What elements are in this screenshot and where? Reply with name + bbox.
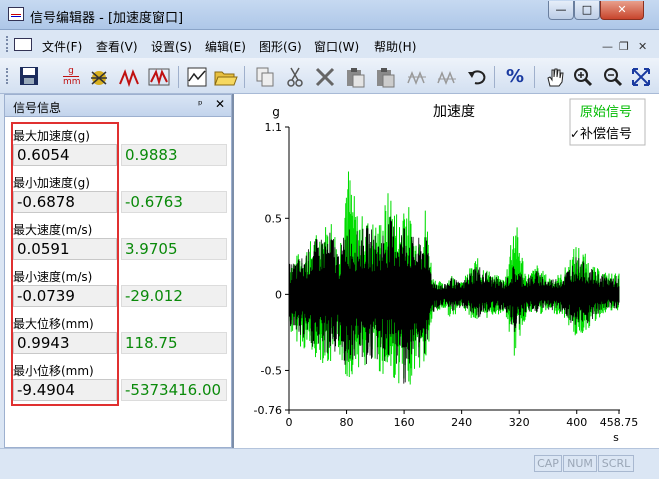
toolbar-separator: [494, 66, 495, 88]
menu-bar: 文件(F) 查看(V) 设置(S) 编辑(E) 图形(G) 窗口(W) 帮助(H…: [0, 30, 659, 58]
maximize-button[interactable]: □: [574, 1, 600, 20]
fit-icon[interactable]: [630, 66, 652, 88]
panel-header: 信号信息 ᵖ ✕: [5, 95, 231, 117]
status-bar: CAP NUM SCRL: [0, 448, 659, 479]
label-max-disp: 最大位移(mm): [13, 317, 94, 331]
comp-max-accel: 0.9883: [121, 144, 227, 166]
label-max-accel: 最大加速度(g): [13, 129, 90, 143]
pan-hand-icon[interactable]: [544, 66, 566, 88]
x-axis-label: s: [613, 431, 619, 444]
y-ticks: 1.1 0.5 0 -0.5 -0.76: [254, 121, 289, 417]
unit-gmm-icon[interactable]: g mm: [60, 66, 82, 88]
panel-title: 信号信息: [13, 101, 62, 115]
label-min-accel: 最小加速度(g): [13, 176, 90, 190]
pin-icon[interactable]: ᵖ: [198, 98, 203, 111]
mdi-restore-button[interactable]: ❐: [619, 40, 629, 53]
menu-settings[interactable]: 设置(S): [151, 38, 192, 55]
x-tick-label: 160: [394, 416, 415, 429]
paste-icon[interactable]: [344, 66, 366, 88]
comp-min-vel: -29.012: [121, 285, 227, 307]
label-min-disp: 最小位移(mm): [13, 364, 94, 378]
app-icon: [8, 7, 24, 21]
panel-close-icon[interactable]: ✕: [215, 97, 225, 111]
zoom-out-icon[interactable]: [602, 66, 624, 88]
status-scrl: SCRL: [598, 455, 634, 472]
menu-view[interactable]: 查看(V): [96, 38, 138, 55]
title-bar: 信号编辑器 - [加速度窗口] — □ ✕: [0, 0, 659, 30]
mdi-minimize-button[interactable]: —: [602, 40, 613, 53]
x-tick-label: 400: [566, 416, 587, 429]
toolbar-grip: [6, 68, 9, 84]
y-axis-label: g: [272, 105, 280, 119]
toolbar: g mm %: [0, 58, 659, 94]
close-button[interactable]: ✕: [600, 1, 644, 20]
cut-icon[interactable]: [284, 66, 306, 88]
signal-traces: [288, 171, 620, 385]
legend-compensated[interactable]: 补偿信号: [580, 127, 632, 142]
signal-bug-icon[interactable]: [88, 66, 110, 88]
acceleration-chart[interactable]: 1.1 0.5 0 -0.5 -0.76 0 80 160 240 320 400 458.75 加…: [234, 94, 659, 448]
value-min-accel: -0.6878: [13, 191, 117, 213]
peak-icon[interactable]: [118, 66, 140, 88]
menu-graph[interactable]: 图形(G): [259, 38, 302, 55]
x-tick-label: 320: [509, 416, 530, 429]
menu-edit[interactable]: 编辑(E): [205, 38, 246, 55]
toolbar-separator: [178, 66, 179, 88]
y-tick-label: 0.5: [265, 212, 283, 225]
signal-info-panel: 信号信息 ᵖ ✕ 最大加速度(g) 0.6054 0.9883 最小加速度(g)…: [4, 94, 232, 448]
legend: 原始信号 ✓ 补偿信号: [569, 98, 646, 146]
value-max-accel: 0.6054: [13, 144, 117, 166]
value-min-disp: -9.4904: [13, 379, 117, 401]
document-icon[interactable]: [14, 38, 32, 51]
open-folder-icon[interactable]: [214, 66, 238, 88]
comp-min-disp: -5373416.00: [121, 379, 227, 401]
scale-alt-icon[interactable]: [436, 66, 458, 88]
y-tick-label: 1.1: [265, 121, 283, 134]
unit-bottom: mm: [63, 76, 81, 87]
minimize-button[interactable]: —: [548, 1, 574, 20]
window-title: 信号编辑器 - [加速度窗口]: [30, 11, 184, 26]
status-cap: CAP: [534, 455, 562, 472]
menu-help[interactable]: 帮助(H): [374, 38, 416, 55]
compensated-signal-series: [288, 216, 620, 384]
x-tick-label: 80: [340, 416, 354, 429]
value-max-disp: 0.9943: [13, 332, 117, 354]
menu-window[interactable]: 窗口(W): [314, 38, 359, 55]
toolbar-separator: [244, 66, 245, 88]
scale-icon[interactable]: [406, 66, 428, 88]
x-tick-label: 0: [286, 416, 293, 429]
save-icon[interactable]: [18, 66, 40, 88]
undo-icon[interactable]: [466, 66, 488, 88]
x-tick-label: 458.75: [600, 416, 639, 429]
label-max-vel: 最大速度(m/s): [13, 223, 93, 237]
chart-icon[interactable]: [186, 66, 208, 88]
menu-grip: [6, 36, 9, 52]
chart-title: 加速度: [433, 104, 475, 120]
mdi-close-button[interactable]: ✕: [638, 40, 647, 53]
x-tick-label: 240: [451, 416, 472, 429]
comp-min-accel: -0.6763: [121, 191, 227, 213]
toolbar-separator: [534, 66, 535, 88]
label-min-vel: 最小速度(m/s): [13, 270, 93, 284]
peak-window-icon[interactable]: [148, 66, 170, 88]
comp-max-vel: 3.9705: [121, 238, 227, 260]
unit-top: g: [68, 66, 74, 76]
legend-check-icon: ✓: [570, 127, 580, 141]
zoom-in-icon[interactable]: [572, 66, 594, 88]
y-tick-label: -0.5: [261, 364, 282, 377]
status-num: NUM: [563, 455, 597, 472]
delete-icon[interactable]: [314, 66, 336, 88]
y-tick-label: 0: [275, 288, 282, 301]
paste-special-icon[interactable]: [374, 66, 396, 88]
x-ticks: 0 80 160 240 320 400 458.75: [286, 410, 639, 429]
y-tick-label: -0.76: [254, 404, 282, 417]
percent-icon[interactable]: %: [504, 66, 526, 88]
comp-max-disp: 118.75: [121, 332, 227, 354]
chart-area[interactable]: 1.1 0.5 0 -0.5 -0.76 0 80 160 240 320 400 458.75 加…: [234, 94, 659, 448]
value-max-vel: 0.0591: [13, 238, 117, 260]
legend-original[interactable]: 原始信号: [580, 105, 632, 120]
copy-icon[interactable]: [254, 66, 276, 88]
menu-file[interactable]: 文件(F): [42, 38, 82, 55]
value-min-vel: -0.0739: [13, 285, 117, 307]
